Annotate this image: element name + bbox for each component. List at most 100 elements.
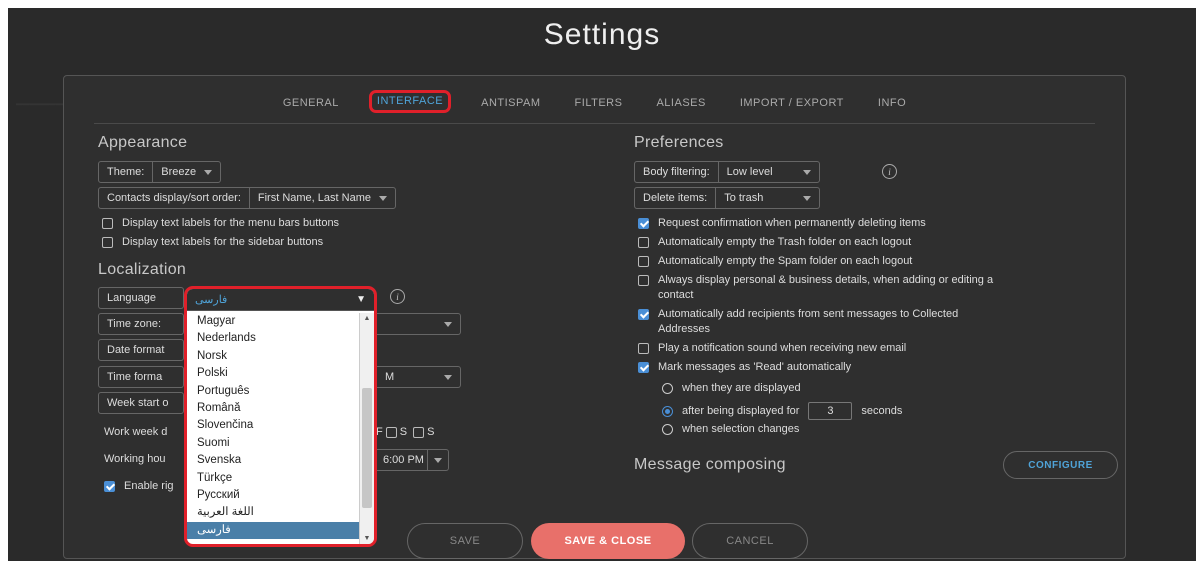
theme-select[interactable]: Theme: Breeze bbox=[98, 161, 222, 183]
radio-button[interactable] bbox=[662, 423, 673, 435]
checkbox-sun[interactable] bbox=[413, 426, 425, 438]
chevron-down-icon bbox=[444, 374, 452, 380]
scroll-up-icon[interactable]: ▲ bbox=[360, 315, 374, 322]
tab-antispam[interactable]: ANTISPAM bbox=[477, 93, 544, 113]
date-format-label: Date format bbox=[107, 344, 165, 356]
tab-interface[interactable]: INTERFACE bbox=[368, 90, 452, 113]
tab-info[interactable]: INFO bbox=[874, 93, 910, 113]
empty-spam-option[interactable]: Automatically empty the Spam folder on e… bbox=[638, 255, 912, 267]
enable-text: Enable rig bbox=[124, 480, 174, 492]
save-close-button[interactable]: SAVE & CLOSE bbox=[531, 523, 685, 559]
checkbox[interactable] bbox=[638, 308, 649, 320]
language-option[interactable]: Türkçe bbox=[187, 470, 359, 487]
chevron-down-icon bbox=[204, 169, 213, 175]
checkbox[interactable] bbox=[638, 361, 649, 373]
working-hours-label: Working hou bbox=[104, 453, 166, 465]
menu-labels-option[interactable]: Display text labels for the menu bars bu… bbox=[102, 217, 339, 229]
language-option[interactable]: Magyar bbox=[187, 313, 359, 330]
sidebar-labels-option[interactable]: Display text labels for the sidebar butt… bbox=[102, 236, 323, 248]
message-composing-heading: Message composing bbox=[634, 456, 786, 473]
language-current-value: فارسی bbox=[195, 294, 228, 306]
day-f: F bbox=[376, 426, 383, 438]
week-start-label: Week start o bbox=[107, 397, 169, 409]
cancel-button[interactable]: CANCEL bbox=[692, 523, 808, 559]
time-format-value: M bbox=[385, 371, 395, 383]
tab-divider bbox=[94, 123, 1095, 124]
configure-button[interactable]: CONFIGURE bbox=[1003, 451, 1118, 479]
language-option[interactable]: Română bbox=[187, 400, 359, 417]
collected-addresses-option[interactable]: Automatically add recipients from sent m… bbox=[638, 308, 958, 320]
settings-screen: ━━━━━━━━━━ Settings GENERAL INTERFACE AN… bbox=[8, 8, 1196, 561]
contacts-order-value: First Name, Last Name bbox=[257, 192, 371, 204]
language-option[interactable]: Polski bbox=[187, 365, 359, 382]
body-filtering-select[interactable]: Body filtering: Low level bbox=[634, 161, 820, 183]
empty-trash-option[interactable]: Automatically empty the Trash folder on … bbox=[638, 236, 911, 248]
chevron-down-icon bbox=[803, 195, 812, 201]
checkbox[interactable] bbox=[638, 342, 649, 354]
working-hours-end-select[interactable]: 6:00 PM bbox=[377, 449, 449, 471]
timezone-select-tail[interactable] bbox=[377, 313, 461, 335]
scroll-down-icon[interactable]: ▼ bbox=[360, 535, 374, 542]
chevron-down-icon bbox=[802, 169, 811, 175]
tab-filters[interactable]: FILTERS bbox=[571, 93, 627, 113]
save-button[interactable]: SAVE bbox=[407, 523, 523, 559]
checkbox[interactable] bbox=[638, 236, 649, 248]
body-filtering-label: Body filtering: bbox=[635, 162, 719, 182]
language-dropdown[interactable]: فارسی ▼ Magyar Nederlands Norsk Polski P… bbox=[184, 286, 377, 547]
language-select[interactable]: فارسی ▼ bbox=[187, 289, 374, 311]
timezone-label: Time zone: bbox=[107, 318, 162, 330]
checkbox[interactable] bbox=[104, 480, 115, 492]
checkbox[interactable] bbox=[102, 217, 113, 229]
radio-when-displayed[interactable]: when they are displayed bbox=[662, 382, 801, 394]
checkbox[interactable] bbox=[638, 274, 649, 286]
radio-button[interactable] bbox=[662, 405, 673, 417]
language-option[interactable]: اللغة العربية bbox=[187, 504, 359, 521]
language-option[interactable]: Nederlands bbox=[187, 330, 359, 347]
tab-bar: GENERAL INTERFACE ANTISPAM FILTERS ALIAS… bbox=[64, 90, 1125, 113]
tab-general[interactable]: GENERAL bbox=[279, 93, 343, 113]
contacts-order-select[interactable]: Contacts display/sort order: First Name,… bbox=[98, 187, 396, 209]
collected-addresses-option-line2: Addresses bbox=[658, 323, 710, 335]
confirm-delete-option[interactable]: Request confirmation when permanently de… bbox=[638, 217, 926, 229]
language-option[interactable]: Русский bbox=[187, 487, 359, 504]
work-week-days: F S S bbox=[376, 426, 434, 438]
personal-business-option[interactable]: Always display personal & business detai… bbox=[638, 274, 993, 286]
chevron-down-icon bbox=[378, 195, 387, 201]
radio-after-displayed[interactable]: after being displayed for 3 seconds bbox=[662, 402, 902, 420]
mark-read-option[interactable]: Mark messages as 'Read' automatically bbox=[638, 361, 851, 373]
language-options-list: Magyar Nederlands Norsk Polski Português… bbox=[187, 313, 359, 540]
language-option[interactable]: Slovenčina bbox=[187, 417, 359, 434]
info-icon[interactable]: i bbox=[390, 289, 405, 304]
sidebar-labels-text: Display text labels for the sidebar butt… bbox=[122, 236, 324, 248]
delete-items-value: To trash bbox=[724, 192, 764, 204]
language-option[interactable]: Svenska bbox=[187, 452, 359, 469]
checkbox[interactable] bbox=[102, 236, 113, 248]
delete-items-select[interactable]: Delete items: To trash bbox=[634, 187, 821, 209]
scrollbar-thumb[interactable] bbox=[362, 388, 372, 508]
theme-value: Breeze bbox=[161, 166, 197, 178]
info-icon[interactable]: i bbox=[882, 164, 897, 179]
language-option[interactable]: Português bbox=[187, 383, 359, 400]
language-option-selected[interactable]: فارسی bbox=[187, 521, 359, 540]
language-option[interactable]: Norsk bbox=[187, 348, 359, 365]
time-format-label: Time forma bbox=[107, 371, 163, 383]
radio-button[interactable] bbox=[662, 382, 673, 394]
checkbox-sat[interactable] bbox=[385, 426, 397, 438]
personal-business-option-line2: contact bbox=[658, 289, 694, 301]
tab-import-export[interactable]: IMPORT / EXPORT bbox=[736, 93, 848, 113]
radio-selection-changes[interactable]: when selection changes bbox=[662, 423, 799, 435]
day-s2: S bbox=[427, 426, 435, 438]
checkbox[interactable] bbox=[638, 255, 649, 267]
tab-aliases[interactable]: ALIASES bbox=[652, 93, 709, 113]
body-filtering-value: Low level bbox=[726, 166, 773, 178]
dropdown-scrollbar[interactable]: ▲ ▼ bbox=[359, 313, 374, 544]
seconds-input[interactable]: 3 bbox=[808, 402, 853, 420]
checkbox[interactable] bbox=[638, 217, 649, 229]
language-option[interactable]: Suomi bbox=[187, 435, 359, 452]
enable-option[interactable]: Enable rig bbox=[104, 480, 174, 492]
contacts-order-label: Contacts display/sort order: bbox=[99, 188, 250, 208]
time-format-select-tail[interactable]: M bbox=[377, 366, 461, 388]
timezone-label-box: Time zone: bbox=[98, 313, 184, 335]
work-week-label: Work week d bbox=[104, 426, 168, 438]
sound-option[interactable]: Play a notification sound when receiving… bbox=[638, 342, 906, 354]
